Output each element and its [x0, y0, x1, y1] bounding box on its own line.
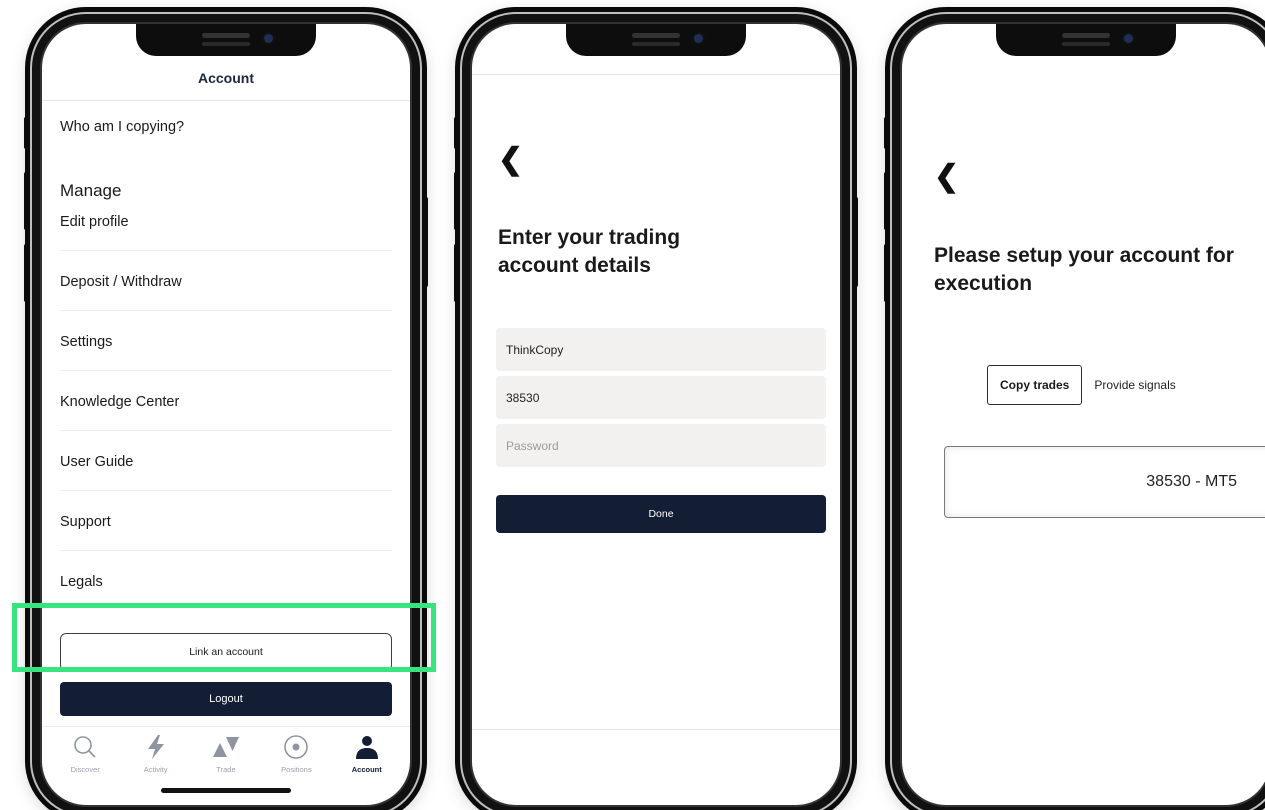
menu-item-label: Legals — [60, 574, 103, 590]
menu-item-label: Knowledge Center — [60, 394, 180, 410]
back-chevron-icon[interactable]: ❮ — [498, 142, 523, 177]
menu-item-label: Support — [60, 514, 111, 530]
highlight-box — [12, 603, 436, 672]
trade-icon — [212, 733, 240, 761]
divider — [60, 430, 392, 431]
copy-trades-option[interactable]: Copy trades — [987, 365, 1083, 405]
menu-item-edit-profile[interactable]: Edit profile — [60, 214, 392, 230]
page-title: Enter your trading account details — [498, 226, 681, 278]
divider — [60, 550, 392, 551]
tab-account[interactable]: Account — [334, 727, 400, 786]
tab-discover[interactable]: Discover — [52, 727, 118, 786]
phone-side-button — [24, 172, 29, 230]
divider — [472, 74, 840, 75]
page-title: Account — [198, 70, 254, 86]
divider — [60, 490, 392, 491]
menu-item-label: Edit profile — [60, 214, 129, 230]
lightning-icon — [142, 733, 170, 761]
menu-item-label: Settings — [60, 334, 113, 350]
screen: ❮ Please setup your account for executio… — [900, 22, 1265, 807]
tab-positions[interactable]: Positions — [263, 727, 329, 786]
screen: ❮ Enter your trading account details Thi… — [470, 22, 842, 807]
menu-item-deposit-withdraw[interactable]: Deposit / Withdraw — [60, 274, 392, 290]
phone-side-button — [454, 172, 459, 230]
tab-label: Account — [351, 765, 382, 774]
phone-setup-execution-screen: ❮ Please setup your account for executio… — [884, 12, 1265, 810]
screen: Account Who am I copying? Manage Edit pr… — [40, 22, 412, 807]
phone-side-button — [884, 172, 889, 230]
tab-label: Positions — [281, 765, 312, 774]
menu-item-legals[interactable]: Legals — [60, 574, 392, 590]
logout-button[interactable]: Logout — [60, 682, 392, 716]
menu-item-settings[interactable]: Settings — [60, 334, 392, 350]
menu-item-user-guide[interactable]: User Guide — [60, 454, 392, 470]
menu-item-who-am-i-copying[interactable]: Who am I copying? — [60, 119, 392, 135]
divider — [60, 250, 392, 251]
done-button[interactable]: Done — [496, 495, 826, 533]
notch — [996, 24, 1176, 56]
account-label: 38530 - MT5 — [1146, 473, 1237, 490]
phone-account-screen: Account Who am I copying? Manage Edit pr… — [24, 12, 428, 810]
phone-side-button — [853, 197, 858, 287]
search-icon — [71, 733, 99, 761]
menu-item-label: User Guide — [60, 454, 134, 470]
tab-label: Trade — [216, 765, 236, 774]
phone-account-details-screen: ❮ Enter your trading account details Thi… — [454, 12, 858, 810]
notch — [136, 24, 316, 56]
divider — [60, 310, 392, 311]
tab-label: Activity — [143, 765, 168, 774]
server-field[interactable]: ThinkCopy — [496, 328, 826, 371]
notch — [566, 24, 746, 56]
tab-trade[interactable]: Trade — [193, 727, 259, 786]
tab-bar: Discover Activity Trade Positions Accoun… — [42, 726, 410, 786]
menu-item-knowledge-center[interactable]: Knowledge Center — [60, 394, 392, 410]
menu-item-label: Who am I copying? — [60, 119, 185, 135]
phone-side-button — [423, 197, 428, 287]
tab-label: Discover — [70, 765, 100, 774]
divider — [42, 100, 410, 101]
page-title: Please setup your account for execution — [934, 244, 1234, 296]
account-selector[interactable]: 38530 - MT5 — [944, 446, 1265, 518]
divider — [60, 370, 392, 371]
menu-item-label: Deposit / Withdraw — [60, 274, 182, 290]
tab-activity[interactable]: Activity — [123, 727, 189, 786]
provide-signals-option[interactable]: Provide signals — [1094, 378, 1175, 392]
mode-toggle: Copy trades Provide signals — [987, 365, 1176, 405]
phone-side-button — [24, 244, 29, 302]
phone-side-button — [884, 117, 889, 149]
person-icon — [353, 733, 381, 761]
phone-side-button — [454, 117, 459, 149]
home-indicator — [161, 788, 291, 793]
phone-side-button — [454, 244, 459, 302]
password-field[interactable]: Password — [496, 424, 826, 467]
account-number-field[interactable]: 38530 — [496, 376, 826, 419]
section-heading-manage: Manage — [60, 181, 122, 200]
positions-icon — [282, 733, 310, 761]
phone-side-button — [24, 117, 29, 149]
menu-item-support[interactable]: Support — [60, 514, 392, 530]
back-chevron-icon[interactable]: ❮ — [934, 159, 959, 194]
phone-side-button — [884, 244, 889, 302]
divider — [472, 729, 840, 730]
